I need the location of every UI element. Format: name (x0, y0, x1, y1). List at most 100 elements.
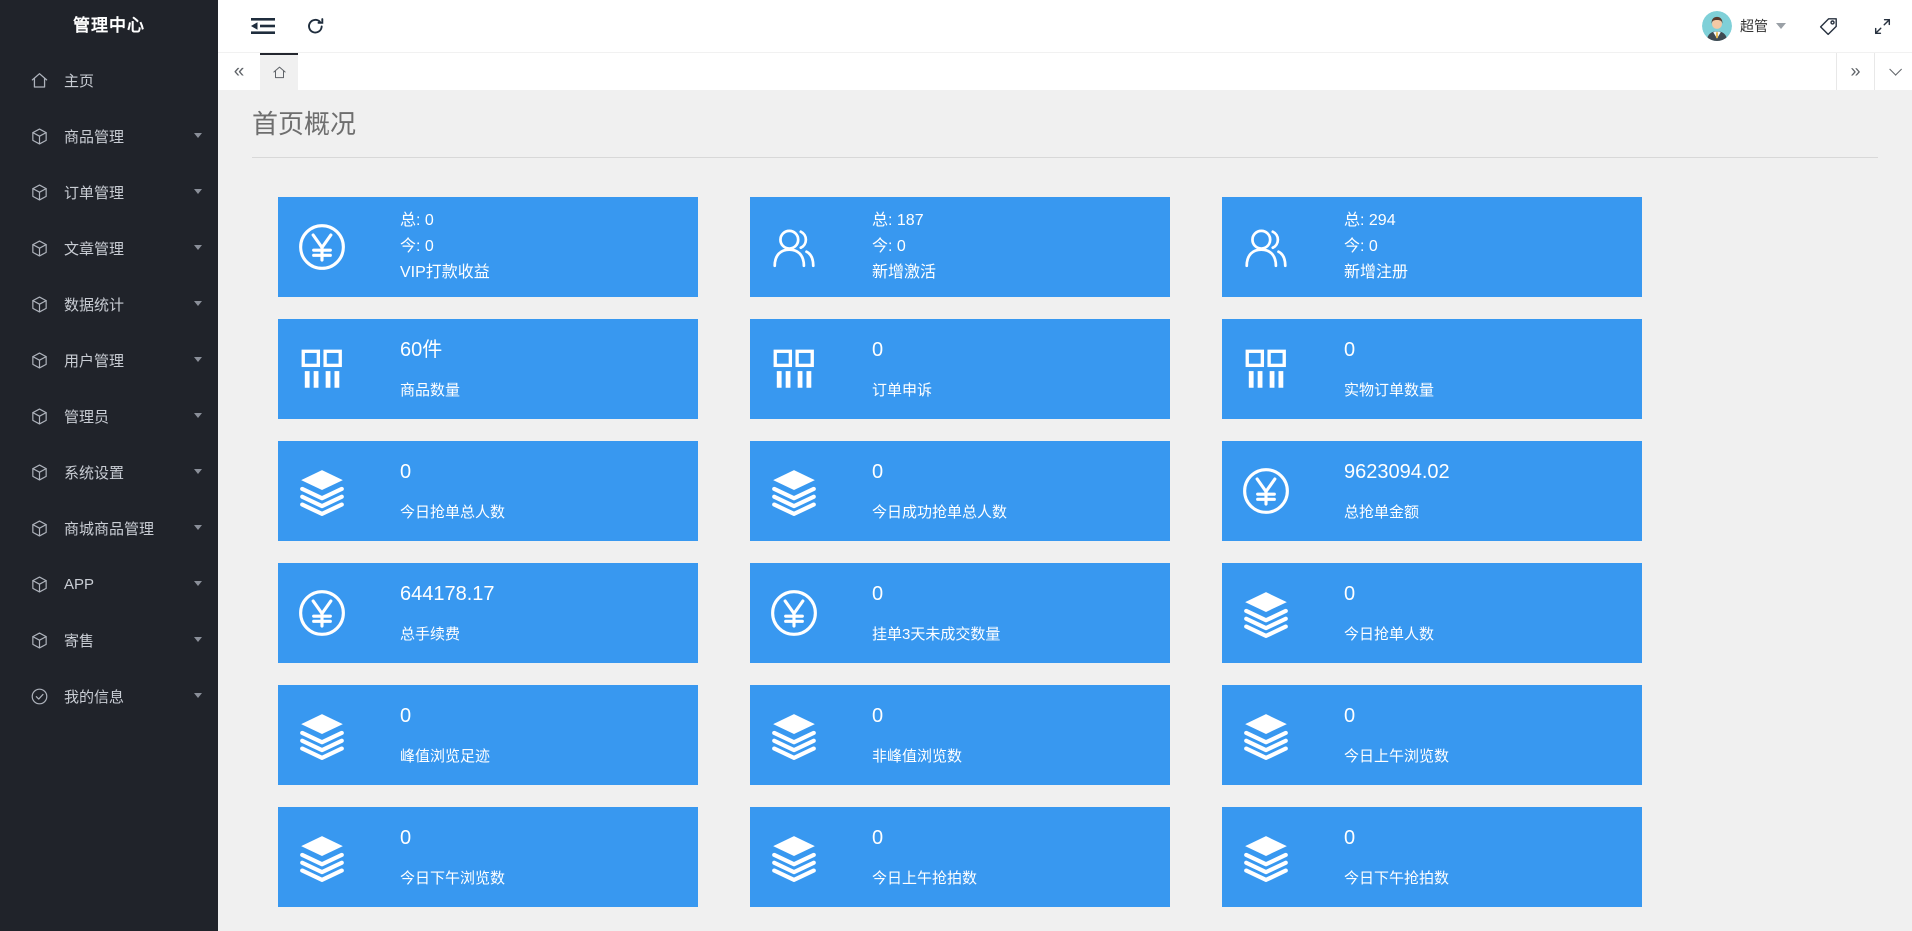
stat-card: 0非峰值浏览数 (750, 685, 1170, 785)
stat-line: 总: 0 (400, 208, 490, 234)
stat-value: 0 (872, 826, 977, 850)
stat-card: 0挂单3天未成交数量 (750, 563, 1170, 663)
tabs-collapse-button[interactable] (1874, 53, 1912, 90)
stat-card: 0订单申诉 (750, 319, 1170, 419)
page-title: 首页概况 (252, 104, 1878, 141)
stat-value: 9623094.02 (1344, 460, 1450, 484)
stat-card-body: 0 今日上午抢拍数 (872, 826, 977, 889)
chevron-down-icon (194, 245, 202, 250)
layers-icon (296, 709, 348, 761)
cube-icon (30, 295, 49, 314)
stat-value: 0 (400, 704, 490, 728)
stat-value: 0 (400, 826, 505, 850)
tab-home[interactable] (260, 53, 298, 90)
stat-card-body: 0今日抢单总人数 (400, 460, 505, 523)
sidebar-item-system[interactable]: 系统设置 (0, 444, 218, 500)
yen-icon (296, 587, 348, 639)
stat-label: 今日抢单总人数 (400, 503, 505, 523)
app-title: 管理中心 (0, 0, 218, 52)
goods-icon (296, 343, 348, 395)
stat-value: 0 (1344, 826, 1449, 850)
stat-value: 0 (872, 460, 1007, 484)
sidebar-item-admins[interactable]: 管理员 (0, 388, 218, 444)
chevron-down-icon (194, 357, 202, 362)
stat-label: 非峰值浏览数 (872, 747, 962, 767)
tag-icon[interactable] (1818, 16, 1839, 37)
yen-icon (768, 587, 820, 639)
sidebar-item-articles[interactable]: 文章管理 (0, 220, 218, 276)
stat-value: 0 (872, 338, 932, 362)
sidebar-item-my-info[interactable]: 我的信息 (0, 668, 218, 724)
stat-card: 0 今日上午抢拍数 (750, 807, 1170, 907)
yen-icon (1240, 465, 1292, 517)
cube-icon (30, 239, 49, 258)
stat-value: 60件 (400, 338, 460, 362)
sidebar-item-consign[interactable]: 寄售 (0, 612, 218, 668)
layers-icon (768, 465, 820, 517)
stat-label: 总手续费 (400, 625, 495, 645)
fullscreen-icon[interactable] (1873, 17, 1892, 36)
layers-icon (1240, 831, 1292, 883)
stat-card: 644178.17 总手续费 (278, 563, 698, 663)
sidebar-item-users[interactable]: 用户管理 (0, 332, 218, 388)
stat-card-body: 60件商品数量 (400, 338, 460, 401)
stat-label: 总抢单金额 (1344, 503, 1450, 523)
top-toolbar: 超管 (218, 0, 1912, 52)
stat-card: 0今日上午浏览数 (1222, 685, 1642, 785)
goods-icon (768, 343, 820, 395)
refresh-icon[interactable] (306, 17, 325, 36)
sidebar-item-orders[interactable]: 订单管理 (0, 164, 218, 220)
stat-label: 新增注册 (1344, 260, 1408, 286)
layers-icon (1240, 709, 1292, 761)
user-name[interactable]: 超管 (1740, 16, 1768, 36)
avatar[interactable] (1702, 11, 1732, 41)
stat-label: 挂单3天未成交数量 (872, 625, 1000, 645)
stat-card: 0今日下午浏览数 (278, 807, 698, 907)
stat-card-body: 0今日下午浏览数 (400, 826, 505, 889)
tabbar-spacer (298, 53, 1836, 90)
stat-value: 644178.17 (400, 582, 495, 606)
cube-icon (30, 519, 49, 538)
stat-card-body: 9623094.02 总抢单金额 (1344, 460, 1450, 523)
tabs-scroll-left-button[interactable]: « (218, 53, 260, 90)
layers-icon (296, 831, 348, 883)
user-menu[interactable]: 超管 (1702, 11, 1786, 41)
sidebar-item-mall-goods[interactable]: 商城商品管理 (0, 500, 218, 556)
cube-icon (30, 351, 49, 370)
stat-card: 9623094.02 总抢单金额 (1222, 441, 1642, 541)
stat-label: 今日上午抢拍数 (872, 869, 977, 889)
stat-card: 总: 0今: 0VIP打款收益 (278, 197, 698, 297)
stat-label: 今日上午浏览数 (1344, 747, 1449, 767)
collapse-menu-icon[interactable] (250, 16, 276, 36)
stat-line: 今: 0 (872, 234, 936, 260)
sidebar-item-home[interactable]: 主页 (0, 52, 218, 108)
stat-label: 今日下午抢拍数 (1344, 869, 1449, 889)
stat-card-body: 0 今日抢单人数 (1344, 582, 1434, 645)
stat-label: 实物订单数量 (1344, 381, 1434, 401)
stat-card: 60件商品数量 (278, 319, 698, 419)
stat-label: 新增激活 (872, 260, 936, 286)
stat-card-body: 总: 187今: 0新增激活 (872, 208, 936, 286)
sidebar-item-app[interactable]: APP (0, 556, 218, 612)
stat-label: 今日成功抢单总人数 (872, 503, 1007, 523)
chevron-down-icon (194, 469, 202, 474)
cube-icon (30, 407, 49, 426)
sidebar-item-stats[interactable]: 数据统计 (0, 276, 218, 332)
stat-card-body: 0非峰值浏览数 (872, 704, 962, 767)
stat-card: 0实物订单数量 (1222, 319, 1642, 419)
stat-value: 0 (1344, 582, 1434, 606)
sidebar-item-goods[interactable]: 商品管理 (0, 108, 218, 164)
tabs-scroll-right-button[interactable]: » (1836, 53, 1874, 90)
cube-icon (30, 127, 49, 146)
stat-card-body: 0 今日下午抢拍数 (1344, 826, 1449, 889)
stat-label: 今日抢单人数 (1344, 625, 1434, 645)
page-content: 首页概况 总: 0今: 0VIP打款收益 总: 187今: 0新增激活 总: 2… (218, 90, 1912, 931)
stat-card-body: 0实物订单数量 (1344, 338, 1434, 401)
stat-card-body: 总: 294今: 0新增注册 (1344, 208, 1408, 286)
sidebar: 管理中心 主页 商品管理 订单管理 文章管理 数据统计 (0, 0, 218, 931)
chevron-down-icon (194, 413, 202, 418)
tab-bar: « » (218, 52, 1912, 90)
layers-icon (768, 709, 820, 761)
stat-card-body: 0挂单3天未成交数量 (872, 582, 1000, 645)
stat-line: 今: 0 (400, 234, 490, 260)
